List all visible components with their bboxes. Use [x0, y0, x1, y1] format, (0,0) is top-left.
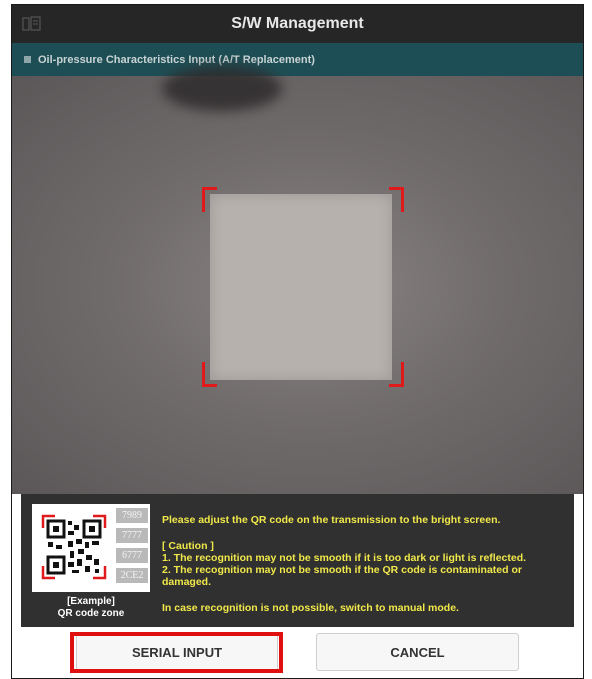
info-panel: 7989 7777 6777 2CE2 [Example] QR code zo… [21, 494, 574, 627]
fallback-text: In case recognition is not possible, swi… [162, 602, 459, 614]
square-bullet-icon [24, 56, 31, 63]
example-code-2: 7777 [116, 528, 148, 543]
caution-title: [ Caution ] [162, 540, 214, 552]
app-window: S/W Management Oil-pressure Characterist… [11, 4, 584, 679]
button-bar: SERIAL INPUT CANCEL [12, 627, 583, 678]
scan-frame-corner-top-right [389, 187, 404, 212]
page-title: S/W Management [231, 15, 364, 32]
title-bar: S/W Management [12, 5, 583, 43]
instruction-text: Please adjust the QR code on the transmi… [162, 514, 501, 526]
caution-item-2: 2. The recognition may not be smooth if … [162, 564, 522, 588]
section-title: Oil-pressure Characteristics Input (A/T … [38, 53, 315, 66]
document-icon [22, 16, 41, 31]
scan-frame-corner-bottom-left [202, 362, 217, 387]
scanned-label [210, 194, 392, 380]
highlight-outline [70, 632, 283, 673]
example-caption-title: [Example] [67, 596, 115, 607]
example-code-3: 6777 [116, 548, 148, 563]
scan-frame-corner-top-left [202, 187, 217, 212]
preview-shadow [162, 66, 282, 111]
caution-item-1: 1. The recognition may not be smooth if … [162, 552, 527, 564]
cancel-button[interactable]: CANCEL [316, 633, 519, 671]
example-caption: [Example] QR code zone [32, 596, 150, 620]
qr-code-icon [41, 514, 107, 580]
example-qr-label: 7989 7777 6777 2CE2 [32, 504, 150, 592]
section-header: Oil-pressure Characteristics Input (A/T … [12, 43, 583, 76]
example-code-1: 7989 [116, 508, 148, 523]
example-code-4: 2CE2 [116, 568, 148, 583]
camera-preview[interactable] [12, 66, 583, 494]
scan-frame-corner-bottom-right [389, 362, 404, 387]
example-caption-subtitle: QR code zone [57, 608, 125, 619]
